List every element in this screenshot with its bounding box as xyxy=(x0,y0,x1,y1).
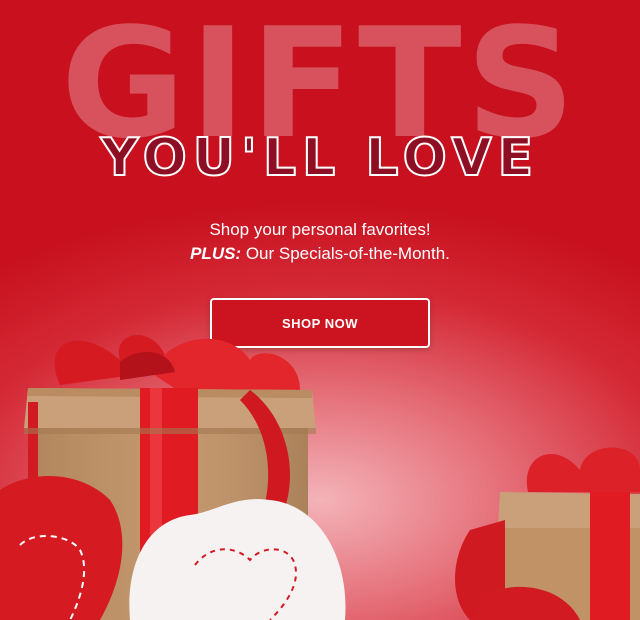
red-felt-heart xyxy=(0,476,123,620)
hero-banner: GIFTS YOU'LL LOVE Shop your personal fav… xyxy=(0,0,640,620)
gift-box-right xyxy=(455,447,640,620)
gifts-illustration xyxy=(0,335,640,620)
